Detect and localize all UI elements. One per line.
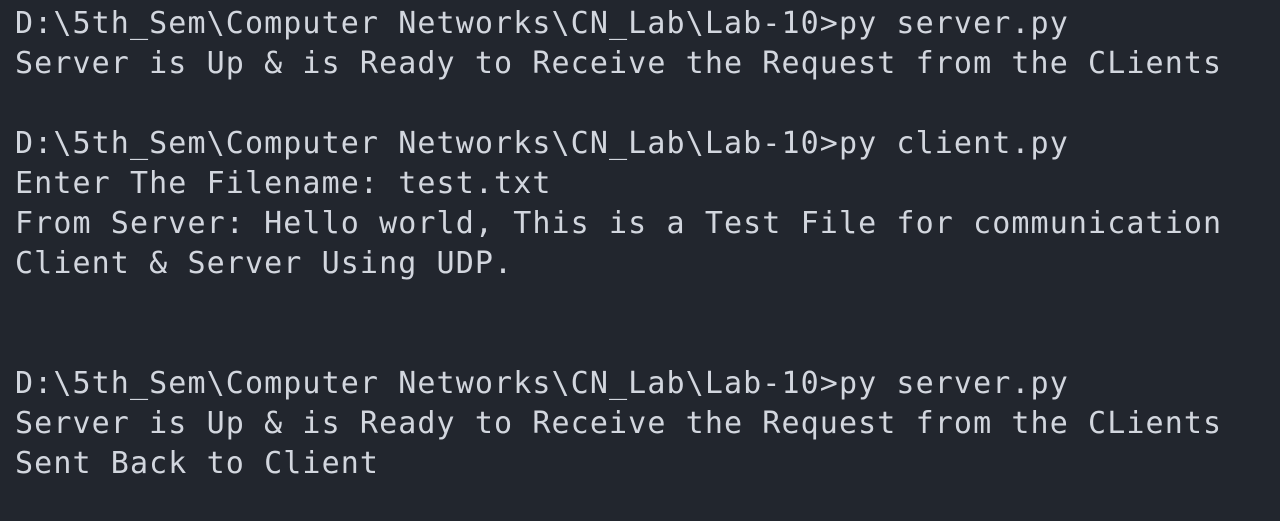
- terminal-output: D:\5th_Sem\Computer Networks\CN_Lab\Lab-…: [15, 4, 1280, 484]
- prompt-line: D:\5th_Sem\Computer Networks\CN_Lab\Lab-…: [15, 6, 1069, 41]
- output-line: Enter The Filename: test.txt: [15, 166, 552, 201]
- output-line: Server is Up & is Ready to Receive the R…: [15, 46, 1223, 81]
- output-line: Server is Up & is Ready to Receive the R…: [15, 406, 1223, 441]
- output-line: From Server: Hello world, This is a Test…: [15, 206, 1223, 241]
- output-line: Client & Server Using UDP.: [15, 246, 514, 281]
- prompt-line: D:\5th_Sem\Computer Networks\CN_Lab\Lab-…: [15, 126, 1069, 161]
- prompt-line: D:\5th_Sem\Computer Networks\CN_Lab\Lab-…: [15, 366, 1069, 401]
- terminal-window[interactable]: D:\5th_Sem\Computer Networks\CN_Lab\Lab-…: [0, 0, 1280, 521]
- output-line: Sent Back to Client: [15, 446, 380, 481]
